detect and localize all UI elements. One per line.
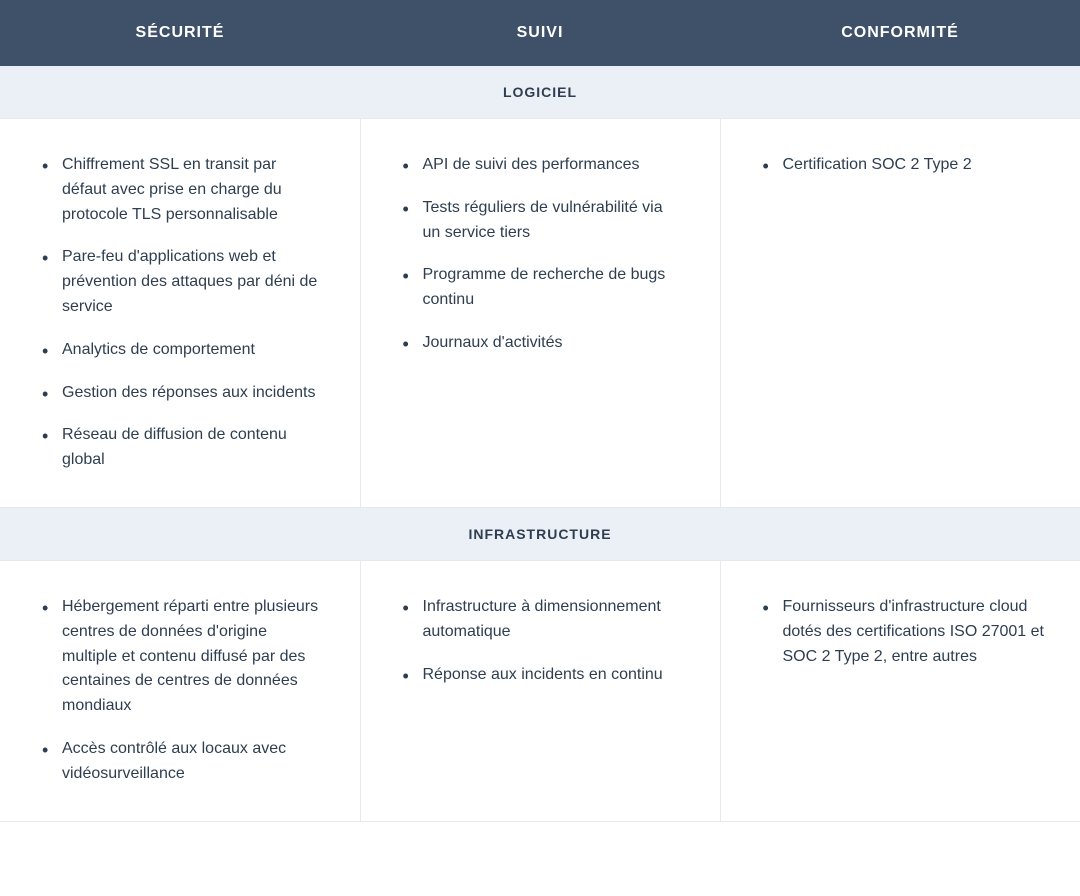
feature-list-item: Certification SOC 2 Type 2 <box>757 153 1045 178</box>
feature-cell: Hébergement réparti entre plusieurs cent… <box>0 560 360 821</box>
feature-list-item: Journaux d'activités <box>397 331 684 356</box>
feature-list-item: Chiffrement SSL en transit par défaut av… <box>36 153 324 227</box>
section-body-row: Hébergement réparti entre plusieurs cent… <box>0 560 1080 821</box>
feature-list-item: Programme de recherche de bugs continu <box>397 263 684 313</box>
feature-list: Chiffrement SSL en transit par défaut av… <box>36 153 324 473</box>
feature-list-item: Réseau de diffusion de contenu global <box>36 423 324 473</box>
feature-cell: Fournisseurs d'infrastructure cloud doté… <box>720 560 1080 821</box>
section-header-row: INFRASTRUCTURE <box>0 507 1080 560</box>
column-header-conformite: CONFORMITÉ <box>720 0 1080 66</box>
section-header-row: LOGICIEL <box>0 66 1080 119</box>
feature-list-item: Pare-feu d'applications web et préventio… <box>36 245 324 319</box>
feature-list-item: Gestion des réponses aux incidents <box>36 381 324 406</box>
feature-list: Infrastructure à dimensionnement automat… <box>397 595 684 687</box>
feature-list-item: API de suivi des performances <box>397 153 684 178</box>
section-title: INFRASTRUCTURE <box>0 507 1080 560</box>
feature-list: Hébergement réparti entre plusieurs cent… <box>36 595 324 787</box>
feature-list-item: Hébergement réparti entre plusieurs cent… <box>36 595 324 719</box>
column-header-row: SÉCURITÉ SUIVI CONFORMITÉ <box>0 0 1080 66</box>
feature-list-item: Infrastructure à dimensionnement automat… <box>397 595 684 645</box>
feature-list-item: Tests réguliers de vulnérabilité via un … <box>397 196 684 246</box>
feature-list: Fournisseurs d'infrastructure cloud doté… <box>757 595 1045 669</box>
feature-cell: API de suivi des performances Tests régul… <box>360 119 720 508</box>
feature-list-item: Accès contrôlé aux locaux avec vidéosurv… <box>36 737 324 787</box>
section-body-row: Chiffrement SSL en transit par défaut av… <box>0 119 1080 508</box>
feature-cell: Certification SOC 2 Type 2 <box>720 119 1080 508</box>
feature-list-item: Analytics de comportement <box>36 338 324 363</box>
feature-cell: Infrastructure à dimensionnement automat… <box>360 560 720 821</box>
feature-list-item: Réponse aux incidents en continu <box>397 663 684 688</box>
section-title: LOGICIEL <box>0 66 1080 119</box>
feature-list: API de suivi des performances Tests régul… <box>397 153 684 356</box>
column-header-suivi: SUIVI <box>360 0 720 66</box>
feature-list-item: Fournisseurs d'infrastructure cloud doté… <box>757 595 1045 669</box>
feature-cell: Chiffrement SSL en transit par défaut av… <box>0 119 360 508</box>
feature-list: Certification SOC 2 Type 2 <box>757 153 1045 178</box>
security-feature-table: SÉCURITÉ SUIVI CONFORMITÉ LOGICIEL Chiffr… <box>0 0 1080 822</box>
column-header-securite: SÉCURITÉ <box>0 0 360 66</box>
